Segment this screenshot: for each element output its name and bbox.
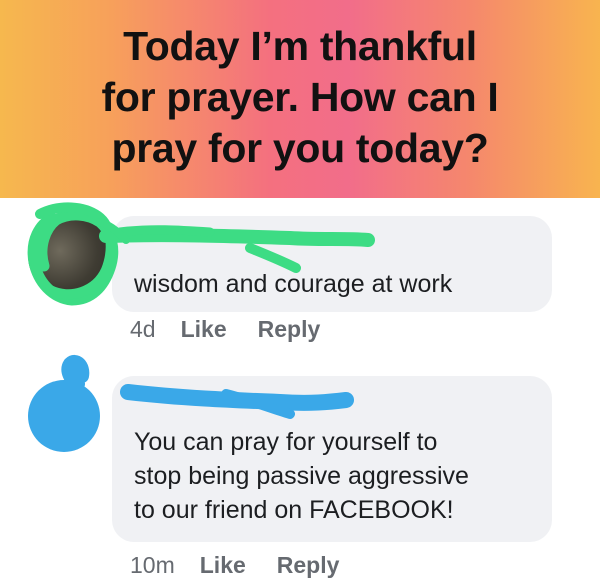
- comment-text-line: You can pray for yourself to: [134, 428, 438, 456]
- comment-bubble: wisdom and courage at work: [112, 216, 552, 312]
- screenshot: Today I’m thankful for prayer. How can I…: [0, 0, 600, 587]
- comment-bubble: You can pray for yourself to stop being …: [112, 376, 552, 542]
- like-button[interactable]: Like: [181, 316, 227, 343]
- comment-text-line: wisdom and courage at work: [134, 270, 453, 298]
- reply-button[interactable]: Reply: [277, 552, 340, 579]
- post-text-line: for prayer. How can I: [101, 73, 499, 120]
- comment-timestamp[interactable]: 10m: [130, 552, 175, 579]
- post-banner: Today I’m thankful for prayer. How can I…: [0, 0, 600, 198]
- post-text: Today I’m thankful for prayer. How can I…: [40, 21, 560, 174]
- comment-text-line: to our friend on FACEBOOK!: [134, 496, 454, 524]
- comment-text: wisdom and courage at work: [134, 267, 452, 301]
- comment-actions: 4d Like Reply: [130, 316, 351, 343]
- comment-text-line: stop being passive aggressive: [134, 462, 469, 490]
- comment-timestamp[interactable]: 4d: [130, 316, 156, 343]
- post-text-line: pray for you today?: [111, 124, 489, 171]
- reply-button[interactable]: Reply: [258, 316, 321, 343]
- like-button[interactable]: Like: [200, 552, 246, 579]
- comment-actions: 10m Like Reply: [130, 552, 370, 579]
- post-text-line: Today I’m thankful: [123, 22, 477, 69]
- commenter-avatar[interactable]: [28, 380, 100, 452]
- commenter-avatar[interactable]: [28, 212, 108, 298]
- comment-text: You can pray for yourself to stop being …: [134, 425, 469, 527]
